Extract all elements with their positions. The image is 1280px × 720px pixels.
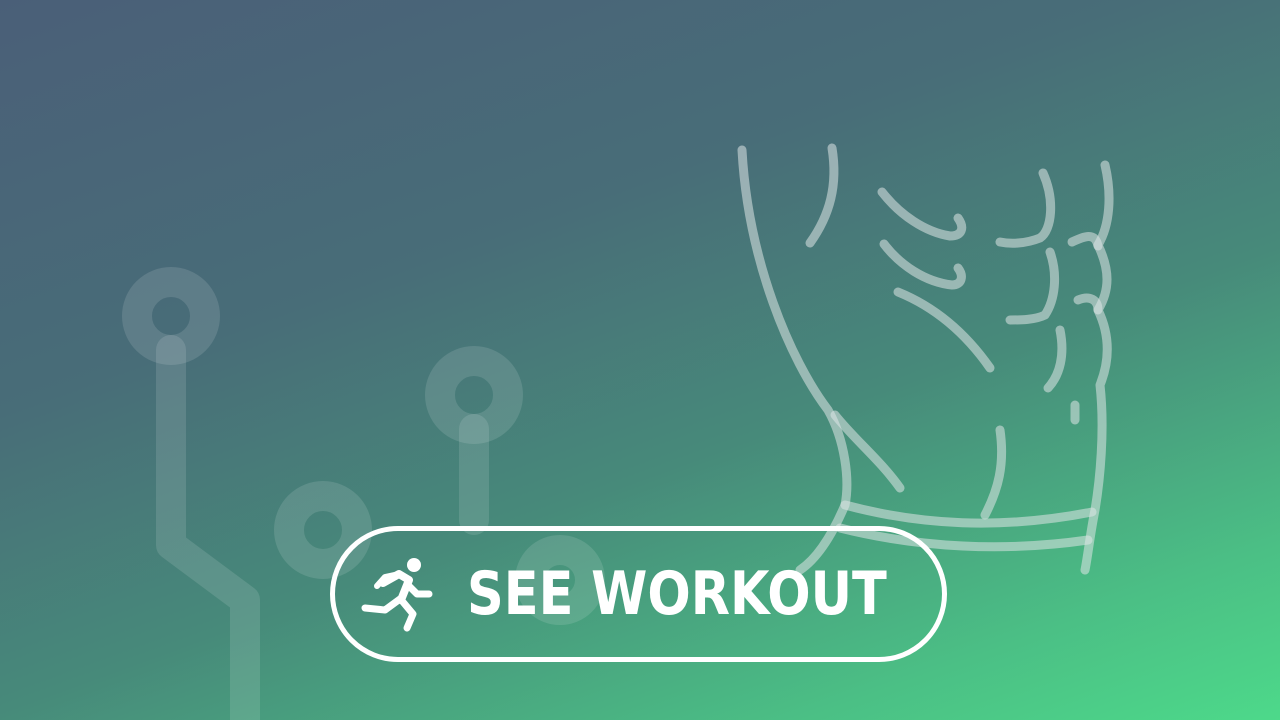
see-workout-label: SEE WORKOUT bbox=[466, 559, 887, 629]
running-person-icon bbox=[361, 558, 433, 632]
see-workout-button[interactable]: SEE WORKOUT bbox=[330, 526, 947, 662]
